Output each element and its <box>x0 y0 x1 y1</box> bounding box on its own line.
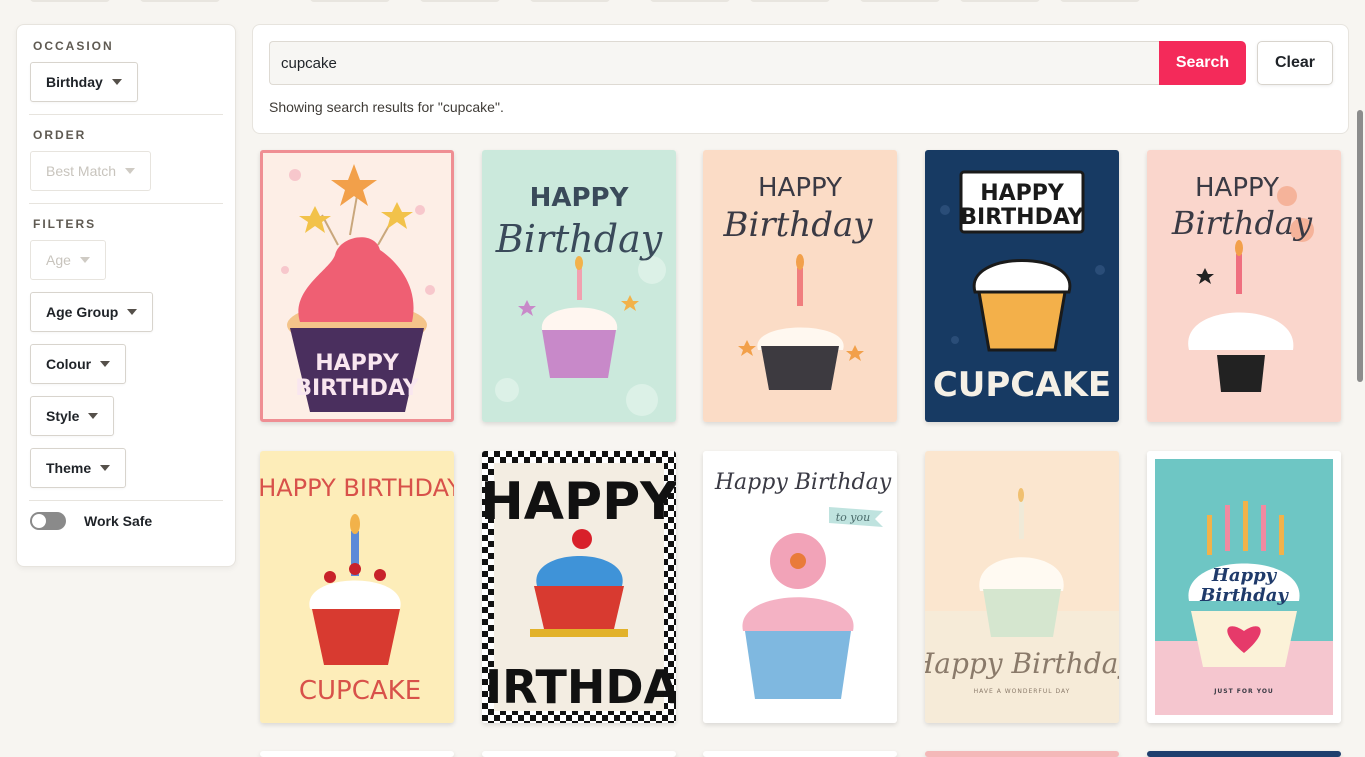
occasion-value: Birthday <box>46 74 103 90</box>
filter-sidebar: OCCASION Birthday ORDER Best Match FILTE… <box>16 24 236 567</box>
cupcake-card-image: HAPPY BIRTHDAY <box>482 451 676 723</box>
card-item[interactable]: HAPPY BIRTHDAY <box>260 150 454 422</box>
divider <box>29 203 223 204</box>
svg-text:BIRTHDAY: BIRTHDAY <box>295 376 420 401</box>
occasion-dropdown[interactable]: Birthday <box>30 62 138 102</box>
card-item[interactable]: Happy Birthday to you <box>703 451 897 723</box>
svg-text:CUPCAKE: CUPCAKE <box>299 676 421 706</box>
page-scrollbar[interactable] <box>1357 110 1363 382</box>
svg-text:Birthday: Birthday <box>723 205 874 245</box>
cupcake-card-image: HAPPY BIRTHDAY <box>260 150 454 422</box>
card-item[interactable] <box>1147 751 1341 757</box>
svg-text:to you: to you <box>836 511 870 524</box>
svg-text:HAPPY: HAPPY <box>758 173 842 203</box>
svg-text:BIRTHDAY: BIRTHDAY <box>482 660 676 714</box>
card-item[interactable]: Happy Birthday HAVE A WONDERFUL DAY <box>925 451 1119 723</box>
card-item[interactable]: HAPPY BIRTHDAY <box>482 451 676 723</box>
svg-text:Happy Birthday: Happy Birthday <box>714 470 892 495</box>
occasion-title: OCCASION <box>33 39 114 53</box>
cupcake-card-image: HAPPY Birthday <box>703 150 897 422</box>
cupcake-card-image: Happy Birthday JUST FOR YOU <box>1147 451 1341 723</box>
card-item[interactable] <box>703 751 897 757</box>
style-dropdown[interactable]: Style <box>30 396 115 436</box>
work-safe-toggle[interactable] <box>30 512 66 530</box>
card-item[interactable] <box>482 751 676 757</box>
order-title: ORDER <box>33 128 87 142</box>
theme-dropdown[interactable]: Theme <box>30 448 127 488</box>
svg-text:CUPCAKE: CUPCAKE <box>933 365 1111 405</box>
age-label: Age <box>46 252 71 268</box>
svg-text:HAPPY: HAPPY <box>315 351 400 376</box>
svg-text:HAPPY: HAPPY <box>482 472 676 532</box>
caret-down-icon <box>127 309 138 315</box>
svg-text:Happy: Happy <box>1211 565 1278 586</box>
colour-dropdown[interactable]: Colour <box>30 344 127 384</box>
age-group-dropdown[interactable]: Age Group <box>30 292 154 332</box>
svg-text:HAPPY: HAPPY <box>1195 173 1279 203</box>
style-label: Style <box>46 408 80 424</box>
search-panel: Search Clear Showing search results for … <box>252 24 1349 134</box>
card-item[interactable] <box>925 751 1119 757</box>
svg-text:JUST FOR YOU: JUST FOR YOU <box>1213 688 1274 695</box>
card-item[interactable]: HAPPY Birthday <box>482 150 676 422</box>
svg-text:HAPPY BIRTHDAY: HAPPY BIRTHDAY <box>260 474 454 502</box>
caret-down-icon <box>100 361 111 367</box>
cupcake-card-image: Happy Birthday HAVE A WONDERFUL DAY <box>925 451 1119 723</box>
card-item[interactable]: HAPPY Birthday <box>1147 150 1341 422</box>
svg-text:BIRTHDAY: BIRTHDAY <box>960 205 1085 230</box>
clear-button[interactable]: Clear <box>1257 41 1333 85</box>
work-safe-row: Work Safe <box>30 512 152 530</box>
card-item[interactable]: HAPPY BIRTHDAY CUPCAKE <box>260 451 454 723</box>
divider <box>29 500 223 501</box>
svg-text:Birthday: Birthday <box>1199 585 1289 606</box>
card-item[interactable]: HAPPY Birthday <box>703 150 897 422</box>
caret-down-icon <box>79 257 90 263</box>
age-dropdown[interactable]: Age <box>30 240 106 280</box>
svg-text:HAPPY: HAPPY <box>980 181 1065 206</box>
age-group-label: Age Group <box>46 304 119 320</box>
caret-down-icon <box>88 413 99 419</box>
search-result-text: Showing search results for "cupcake". <box>269 99 504 115</box>
caret-down-icon <box>100 465 111 471</box>
svg-text:HAPPY: HAPPY <box>530 183 630 213</box>
caret-down-icon <box>125 168 136 174</box>
card-item[interactable] <box>260 751 454 757</box>
svg-text:Happy Birthday: Happy Birthday <box>925 647 1119 680</box>
work-safe-label: Work Safe <box>84 513 153 529</box>
card-item[interactable]: Happy Birthday JUST FOR YOU <box>1147 451 1341 723</box>
svg-text:Birthday: Birthday <box>1171 204 1313 242</box>
filters-title: FILTERS <box>33 217 97 231</box>
cupcake-card-image: HAPPY BIRTHDAY CUPCAKE <box>260 451 454 723</box>
cupcake-card-image: Happy Birthday to you <box>703 451 897 723</box>
colour-label: Colour <box>46 356 92 372</box>
caret-down-icon <box>111 79 122 85</box>
svg-text:Birthday: Birthday <box>495 217 663 261</box>
order-dropdown[interactable]: Best Match <box>30 151 152 191</box>
divider <box>29 114 223 115</box>
cupcake-card-image: HAPPY Birthday <box>482 150 676 422</box>
card-item[interactable]: HAPPY BIRTHDAY CUPCAKE <box>925 150 1119 422</box>
search-input[interactable] <box>269 41 1159 85</box>
cupcake-card-image: HAPPY Birthday <box>1147 150 1341 422</box>
cupcake-card-image: HAPPY BIRTHDAY CUPCAKE <box>925 150 1119 422</box>
order-value: Best Match <box>46 163 117 179</box>
theme-label: Theme <box>46 460 92 476</box>
search-button[interactable]: Search <box>1159 41 1246 85</box>
top-strip <box>0 0 1365 4</box>
svg-text:HAVE A WONDERFUL DAY: HAVE A WONDERFUL DAY <box>974 688 1071 695</box>
